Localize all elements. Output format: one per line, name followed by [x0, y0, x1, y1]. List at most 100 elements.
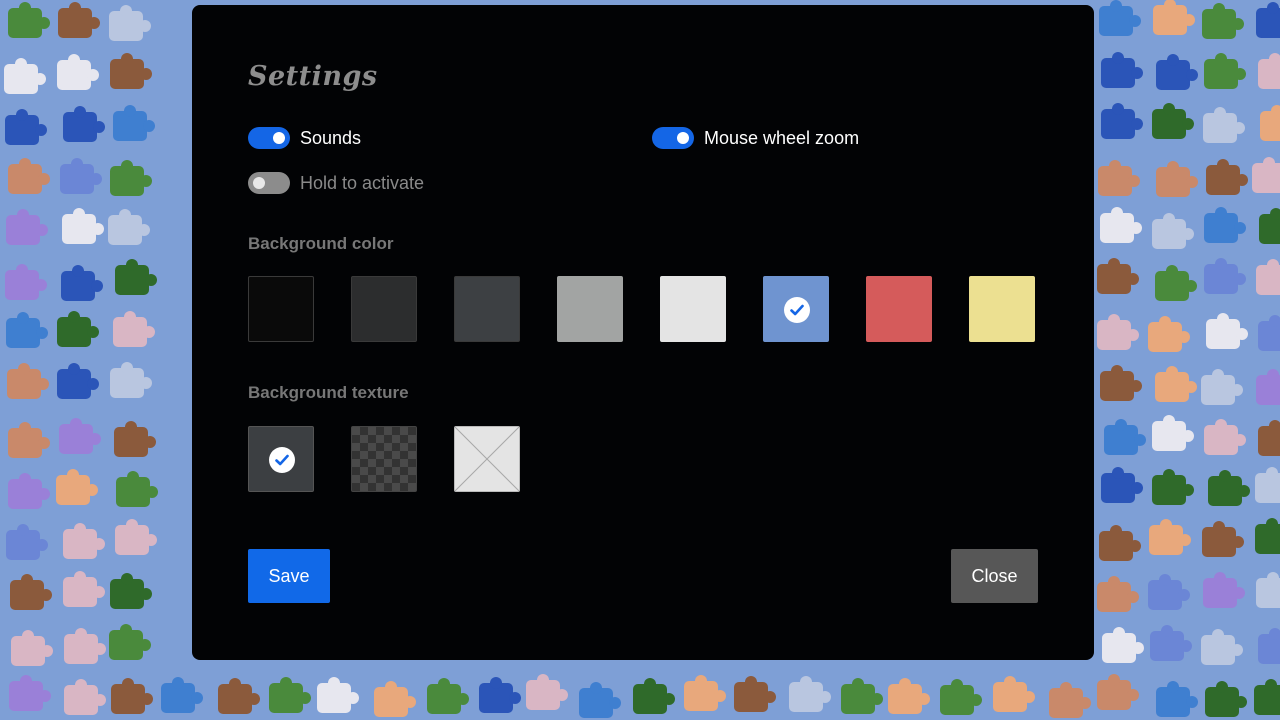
toggle-knob — [253, 177, 265, 189]
texture-option-solid-dark[interactable] — [248, 426, 314, 492]
puzzle-piece-icon — [1203, 572, 1245, 608]
puzzle-piece-icon — [1152, 213, 1194, 249]
mouse-wheel-zoom-toggle[interactable] — [652, 127, 694, 149]
background-color-option[interactable] — [248, 276, 314, 342]
puzzle-piece-icon — [110, 362, 152, 398]
puzzle-piece-icon — [1256, 259, 1280, 295]
puzzle-piece-icon — [1205, 681, 1247, 717]
puzzle-piece-icon — [1258, 420, 1280, 456]
puzzle-piece-icon — [1204, 207, 1246, 243]
background-color-option[interactable] — [351, 276, 417, 342]
puzzle-piece-icon — [317, 677, 359, 713]
puzzle-piece-icon — [841, 678, 883, 714]
puzzle-piece-icon — [1100, 207, 1142, 243]
toggle-knob — [677, 132, 689, 144]
background-color-option[interactable] — [866, 276, 932, 342]
mouse-wheel-zoom-toggle-row[interactable]: Mouse wheel zoom — [652, 125, 859, 151]
puzzle-piece-icon — [6, 524, 48, 560]
background-color-option[interactable] — [969, 276, 1035, 342]
puzzle-piece-icon — [1256, 2, 1280, 38]
background-color-options — [248, 276, 1035, 342]
puzzle-piece-icon — [1204, 419, 1246, 455]
background-color-option[interactable] — [763, 276, 829, 342]
puzzle-piece-icon — [269, 677, 311, 713]
puzzle-piece-icon — [109, 624, 151, 660]
puzzle-piece-icon — [1156, 161, 1198, 197]
puzzle-piece-icon — [1153, 0, 1195, 35]
puzzle-piece-icon — [888, 678, 930, 714]
texture-option-none[interactable] — [454, 426, 520, 492]
background-texture-options — [248, 426, 557, 492]
puzzle-piece-icon — [1097, 576, 1139, 612]
puzzle-piece-icon — [1259, 208, 1280, 244]
background-color-option[interactable] — [454, 276, 520, 342]
puzzle-piece-icon — [1258, 315, 1280, 351]
puzzle-piece-icon — [1149, 519, 1191, 555]
puzzle-piece-icon — [1208, 470, 1250, 506]
puzzle-piece-icon — [1254, 679, 1280, 715]
puzzle-piece-icon — [60, 158, 102, 194]
puzzle-piece-icon — [1155, 366, 1197, 402]
check-icon — [269, 447, 295, 473]
background-color-option[interactable] — [557, 276, 623, 342]
puzzle-piece-icon — [1260, 105, 1280, 141]
puzzle-piece-icon — [1098, 160, 1140, 196]
puzzle-piece-icon — [1206, 159, 1248, 195]
sounds-toggle[interactable] — [248, 127, 290, 149]
puzzle-piece-icon — [8, 422, 50, 458]
puzzle-piece-icon — [940, 679, 982, 715]
puzzle-piece-icon — [1099, 0, 1141, 36]
puzzle-piece-icon — [113, 105, 155, 141]
save-button[interactable]: Save — [248, 549, 330, 603]
puzzle-piece-icon — [1101, 467, 1143, 503]
puzzle-piece-icon — [161, 677, 203, 713]
puzzle-piece-icon — [5, 264, 47, 300]
puzzle-piece-icon — [7, 363, 49, 399]
puzzle-piece-icon — [1101, 103, 1143, 139]
hold-to-activate-toggle[interactable] — [248, 172, 290, 194]
puzzle-piece-icon — [8, 158, 50, 194]
puzzle-piece-icon — [109, 5, 151, 41]
puzzle-piece-icon — [1155, 265, 1197, 301]
puzzle-piece-icon — [57, 311, 99, 347]
puzzle-piece-icon — [1152, 469, 1194, 505]
puzzle-piece-icon — [1252, 157, 1280, 193]
sounds-toggle-row[interactable]: Sounds — [248, 125, 361, 151]
puzzle-piece-icon — [10, 574, 52, 610]
puzzle-piece-icon — [1258, 628, 1280, 664]
puzzle-piece-icon — [1202, 521, 1244, 557]
puzzle-piece-icon — [579, 682, 621, 718]
puzzle-piece-icon — [1150, 625, 1192, 661]
puzzle-piece-icon — [526, 674, 568, 710]
puzzle-piece-icon — [789, 676, 831, 712]
puzzle-piece-icon — [1102, 627, 1144, 663]
puzzle-piece-icon — [1255, 467, 1280, 503]
puzzle-piece-icon — [4, 58, 46, 94]
puzzle-piece-icon — [1100, 365, 1142, 401]
puzzle-piece-icon — [684, 675, 726, 711]
puzzle-piece-icon — [1256, 572, 1280, 608]
puzzle-piece-icon — [1204, 258, 1246, 294]
puzzle-piece-icon — [63, 106, 105, 142]
puzzle-piece-icon — [9, 675, 51, 711]
puzzle-piece-icon — [63, 571, 105, 607]
toggle-knob — [273, 132, 285, 144]
puzzle-piece-icon — [1148, 316, 1190, 352]
puzzle-piece-icon — [1258, 53, 1280, 89]
puzzle-piece-icon — [8, 2, 50, 38]
puzzle-piece-icon — [479, 677, 521, 713]
puzzle-piece-icon — [1206, 313, 1248, 349]
texture-option-checkerboard[interactable] — [351, 426, 417, 492]
hold-to-activate-toggle-row[interactable]: Hold to activate — [248, 170, 424, 196]
puzzle-piece-icon — [5, 109, 47, 145]
puzzle-piece-icon — [56, 469, 98, 505]
puzzle-piece-icon — [6, 312, 48, 348]
background-color-option[interactable] — [660, 276, 726, 342]
sounds-label: Sounds — [300, 127, 362, 148]
puzzle-piece-icon — [1255, 518, 1280, 554]
close-button[interactable]: Close — [951, 549, 1038, 603]
background-texture-heading: Background texture — [248, 383, 409, 402]
puzzle-piece-icon — [1097, 674, 1139, 710]
puzzle-piece-icon — [218, 678, 260, 714]
dialog-title: Settings — [248, 61, 378, 92]
